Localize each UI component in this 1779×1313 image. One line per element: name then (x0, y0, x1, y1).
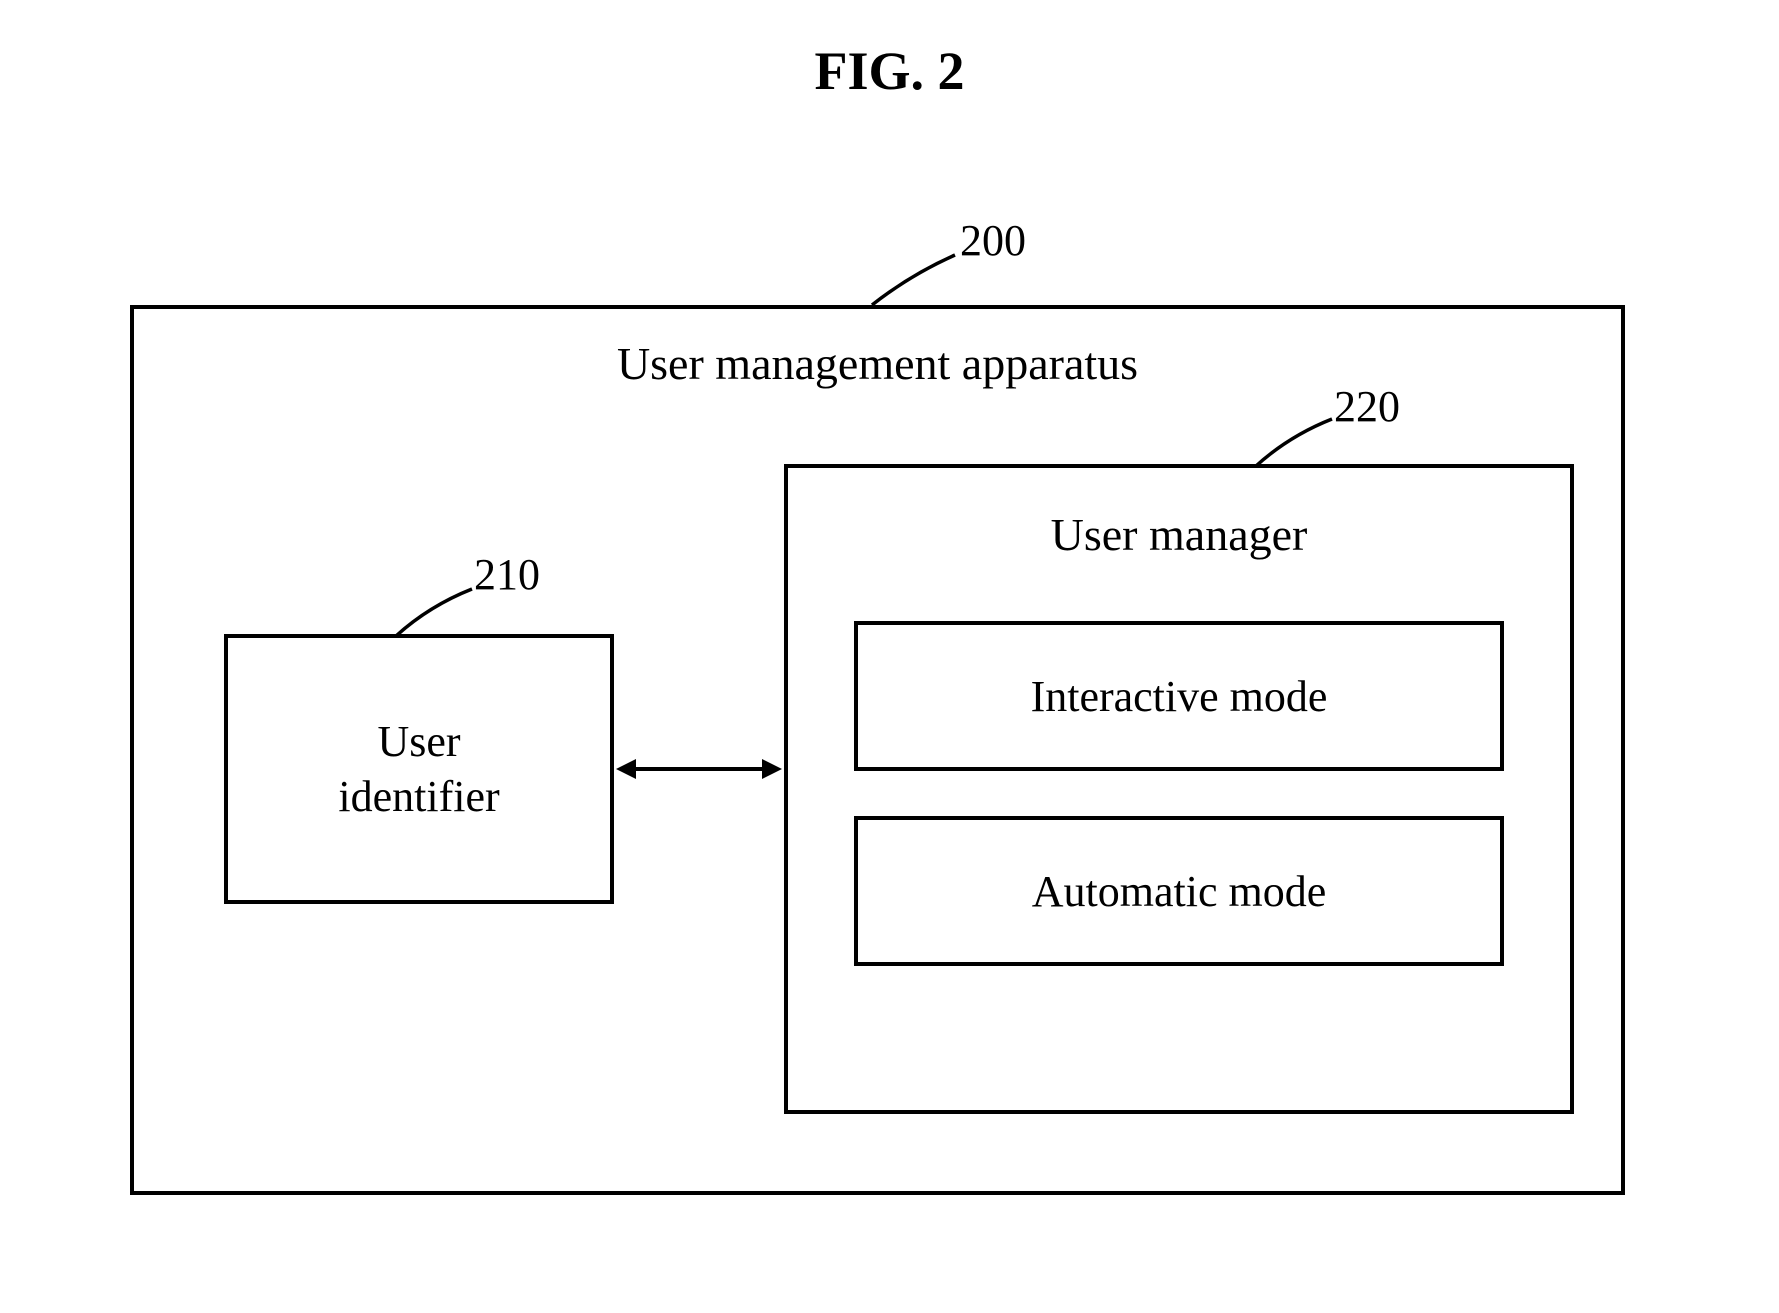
automatic-mode-box: Automatic mode (854, 816, 1504, 966)
apparatus-title: User management apparatus (617, 337, 1138, 390)
leader-arc-210 (394, 584, 474, 639)
interactive-mode-box: Interactive mode (854, 621, 1504, 771)
user-identifier-box: User identifier (224, 634, 614, 904)
double-arrow-icon (614, 749, 784, 789)
leader-arc-220 (1254, 414, 1334, 469)
reference-220: 220 (1334, 381, 1400, 432)
user-identifier-text-line2: identifier (338, 772, 499, 821)
user-manager-box: User manager Interactive mode Automatic … (784, 464, 1574, 1114)
reference-200: 200 (960, 215, 1026, 266)
reference-210: 210 (474, 549, 540, 600)
user-management-apparatus-box: User management apparatus 210 User ident… (130, 305, 1625, 1195)
user-manager-title: User manager (788, 508, 1570, 561)
figure-title: FIG. 2 (814, 40, 964, 102)
leader-arc-200 (870, 250, 960, 310)
user-identifier-text-line1: User (377, 717, 460, 766)
